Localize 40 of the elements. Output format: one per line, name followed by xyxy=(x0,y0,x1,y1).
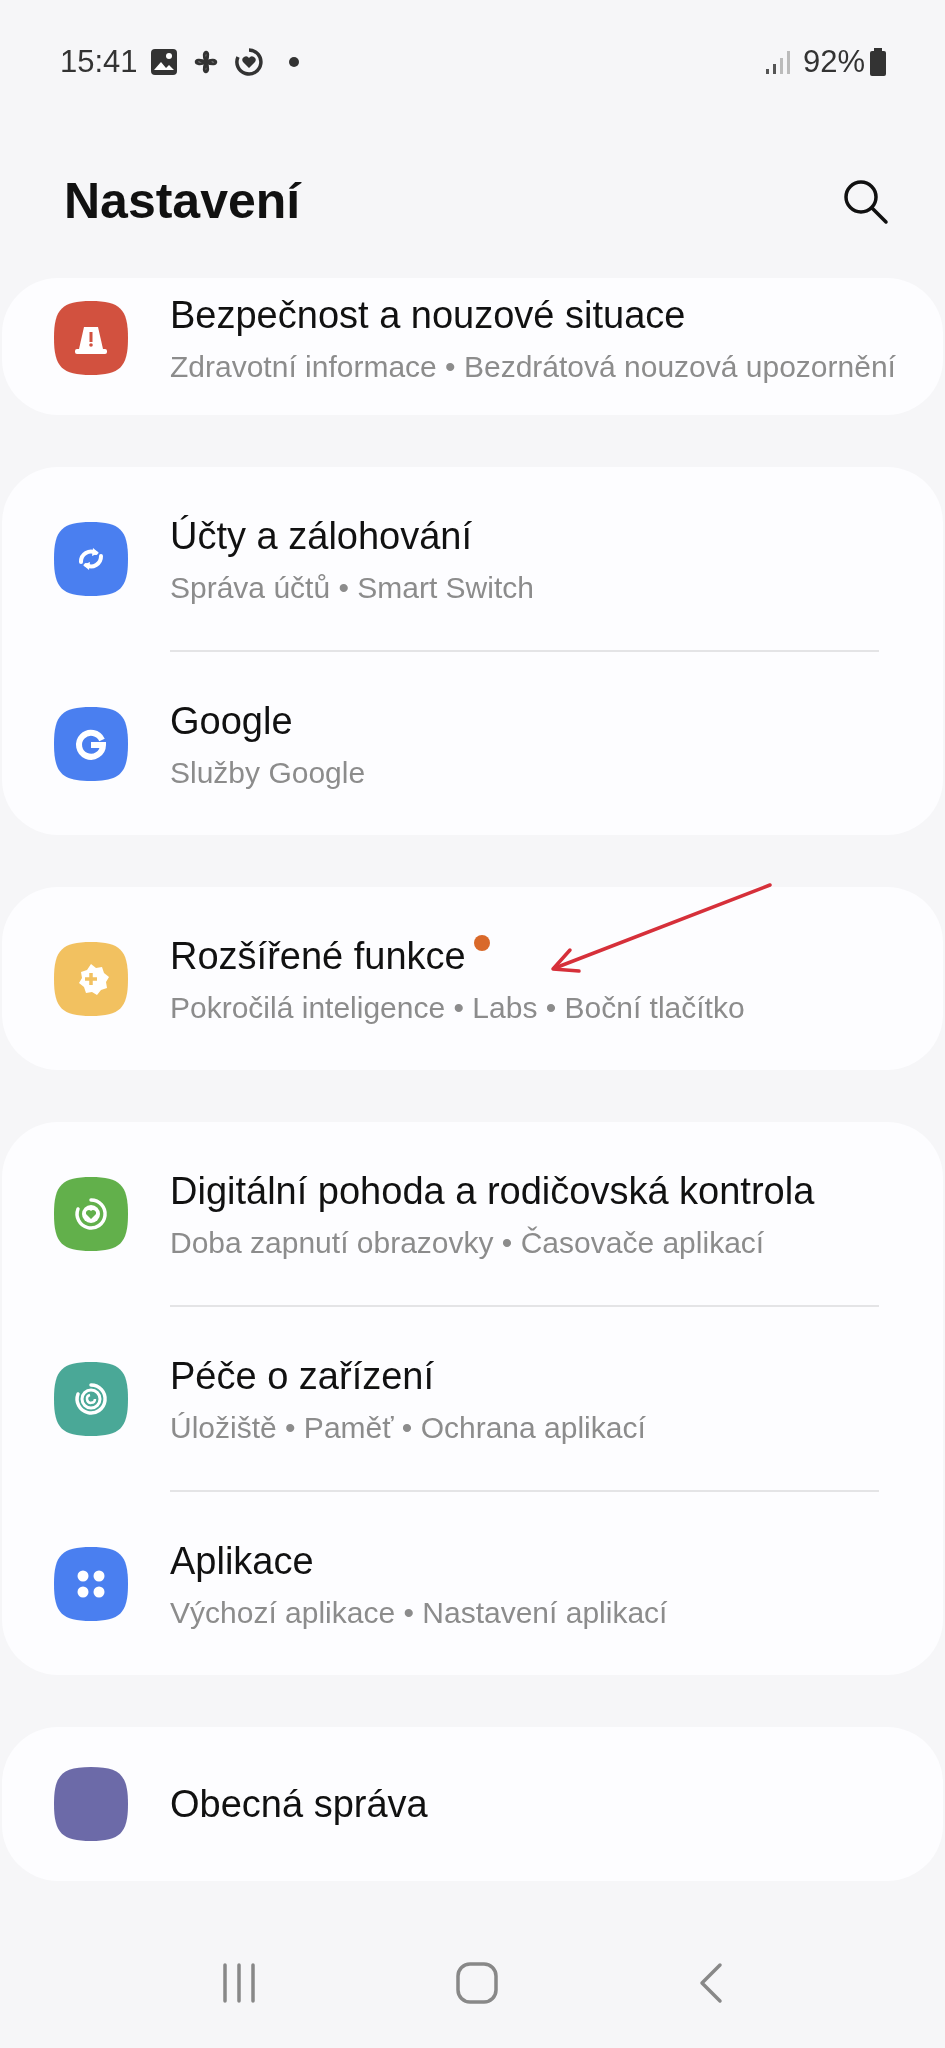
page-title: Nastavení xyxy=(64,172,303,230)
item-title: Google xyxy=(170,700,293,742)
item-subtitle: Doba zapnutí obrazovky • Časovače aplikací xyxy=(170,1225,766,1261)
sync-icon xyxy=(54,521,128,596)
settings-item[interactable]: Bezpečnost a nouzové situace Zdravotní informace • Bezdrátová nouzová upozornění xyxy=(2,278,943,415)
item-title: Účty a zálohování xyxy=(170,515,473,557)
battery-percent: 92% xyxy=(802,44,865,80)
item-subtitle: Úložiště • Paměť • Ochrana aplikací xyxy=(170,1410,647,1446)
signal-icon xyxy=(764,49,791,75)
item-subtitle: Zdravotní informace • Bezdrátová nouzová upozornění xyxy=(170,349,897,385)
home-icon[interactable] xyxy=(456,1962,499,2004)
cone-icon xyxy=(54,300,128,375)
item-title: Obecná správa xyxy=(170,1782,428,1825)
settings-item[interactable]: Digitální pohoda a rodičovská kontrola Doba zapnutí obrazovky • Časovače aplikací xyxy=(2,1122,943,1305)
item-title: Bezpečnost a nouzové situace xyxy=(170,294,686,336)
app-icon xyxy=(54,1767,128,1841)
care-icon xyxy=(54,1361,128,1436)
item-subtitle: Pokročilá inteligence • Labs • Boční tlačítko xyxy=(170,990,746,1026)
clock: 15:41 xyxy=(60,44,138,80)
dot-icon xyxy=(287,56,300,68)
g-logo-icon xyxy=(54,706,128,781)
gear-icon xyxy=(54,941,128,1016)
battery-icon xyxy=(869,48,887,76)
search-icon[interactable] xyxy=(841,177,889,225)
settings-item[interactable]: Péče o zařízení Úložiště • Paměť • Ochrana aplikací xyxy=(2,1307,943,1490)
settings-item[interactable]: Google Služby Google xyxy=(2,652,943,835)
item-title: Aplikace xyxy=(170,1540,314,1582)
item-subtitle: Správa účtů • Smart Switch xyxy=(170,570,535,606)
apps-icon xyxy=(54,1546,128,1621)
item-title: Digitální pohoda a rodičovská kontrola xyxy=(170,1170,815,1212)
settings-item[interactable]: Účty a zálohování Správa účtů • Smart Switch xyxy=(2,467,943,650)
item-subtitle: Služby Google xyxy=(170,755,367,791)
heart-circle-icon xyxy=(233,47,264,77)
settings-item[interactable]: Obecná správa xyxy=(2,1727,943,1881)
image-icon xyxy=(149,48,178,76)
item-subtitle: Výchozí aplikace • Nastavení aplikací xyxy=(170,1595,669,1631)
settings-item[interactable]: Aplikace Výchozí aplikace • Nastavení aplikací xyxy=(2,1492,943,1675)
item-title: Péče o zařízení xyxy=(170,1355,435,1397)
settings-item[interactable]: Rozšířené funkce Pokročilá inteligence • Labs • Boční tlačítko xyxy=(2,887,943,1070)
item-title: Rozšířené funkce xyxy=(170,935,466,977)
